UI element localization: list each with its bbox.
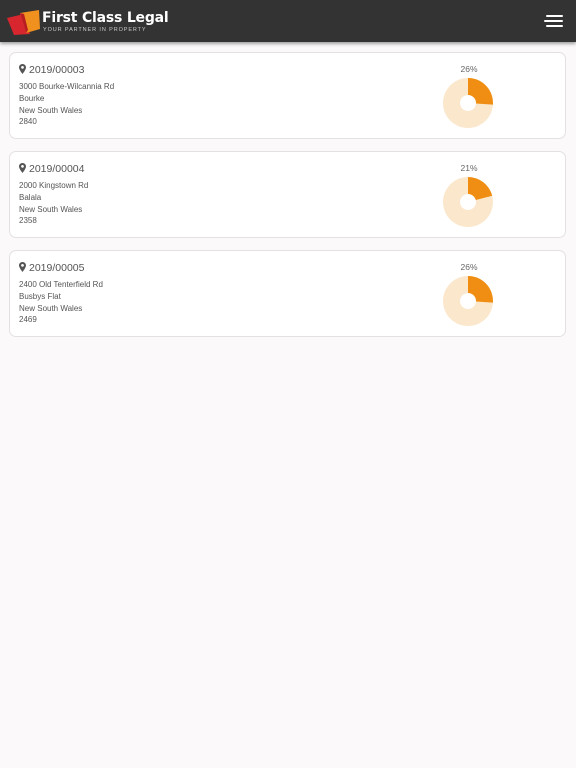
donut-hole: [460, 95, 476, 111]
address-suburb: Busbys Flat: [19, 291, 61, 301]
map-pin-icon: [19, 64, 26, 74]
brand-name: First Class Legal: [42, 10, 169, 26]
map-pin-icon: [19, 262, 26, 272]
address-suburb: Bourke: [19, 93, 45, 103]
property-reference: 2019/00004: [19, 162, 84, 176]
address-state: New South Wales: [19, 204, 83, 214]
progress-percent: 21%: [460, 163, 478, 173]
address-suburb: Balala: [19, 192, 42, 202]
property-reference: 2019/00003: [19, 63, 84, 77]
address-street: 3000 Bourke-Wilcannia Rd: [19, 82, 115, 91]
reference-text: 2019/00005: [29, 262, 85, 274]
property-reference: 2019/00005: [19, 261, 84, 275]
address-postcode: 2840: [19, 117, 37, 127]
reference-text: 2019/00004: [29, 163, 85, 175]
hamburger-menu-icon: [546, 25, 563, 27]
property-address: 3000 Bourke-Wilcannia Rd Bourke New Sout…: [19, 81, 114, 128]
property-card[interactable]: 2019/00005 2400 Old Tenterfield Rd Busby…: [9, 250, 566, 337]
menu-button[interactable]: [540, 12, 566, 32]
progress-donut: [443, 78, 493, 128]
donut-hole: [460, 194, 476, 210]
logo-icon: [7, 10, 40, 35]
address-postcode: 2358: [19, 216, 37, 226]
hamburger-menu-icon: [546, 15, 563, 17]
hamburger-menu-icon: [544, 20, 563, 22]
property-card[interactable]: 2019/00003 3000 Bourke-Wilcannia Rd Bour…: [9, 52, 566, 139]
address-state: New South Wales: [19, 105, 83, 115]
property-address: 2000 Kingstown Rd Balala New South Wales…: [19, 180, 88, 227]
map-pin-icon: [19, 163, 26, 173]
reference-text: 2019/00003: [29, 64, 85, 76]
address-state: New South Wales: [19, 303, 83, 313]
progress-donut: [443, 177, 493, 227]
address-street: 2000 Kingstown Rd: [19, 181, 89, 190]
property-address: 2400 Old Tenterfield Rd Busbys Flat New …: [19, 279, 103, 326]
app-header: First Class Legal YOUR PARTNER IN PROPER…: [0, 0, 576, 42]
progress-donut: [443, 276, 493, 326]
progress-percent: 26%: [460, 262, 478, 272]
address-postcode: 2469: [19, 315, 37, 325]
donut-hole: [460, 293, 476, 309]
brand-tagline: YOUR PARTNER IN PROPERTY: [43, 27, 147, 33]
address-street: 2400 Old Tenterfield Rd: [19, 280, 103, 289]
property-card[interactable]: 2019/00004 2000 Kingstown Rd Balala New …: [9, 151, 566, 238]
progress-percent: 26%: [460, 64, 478, 74]
